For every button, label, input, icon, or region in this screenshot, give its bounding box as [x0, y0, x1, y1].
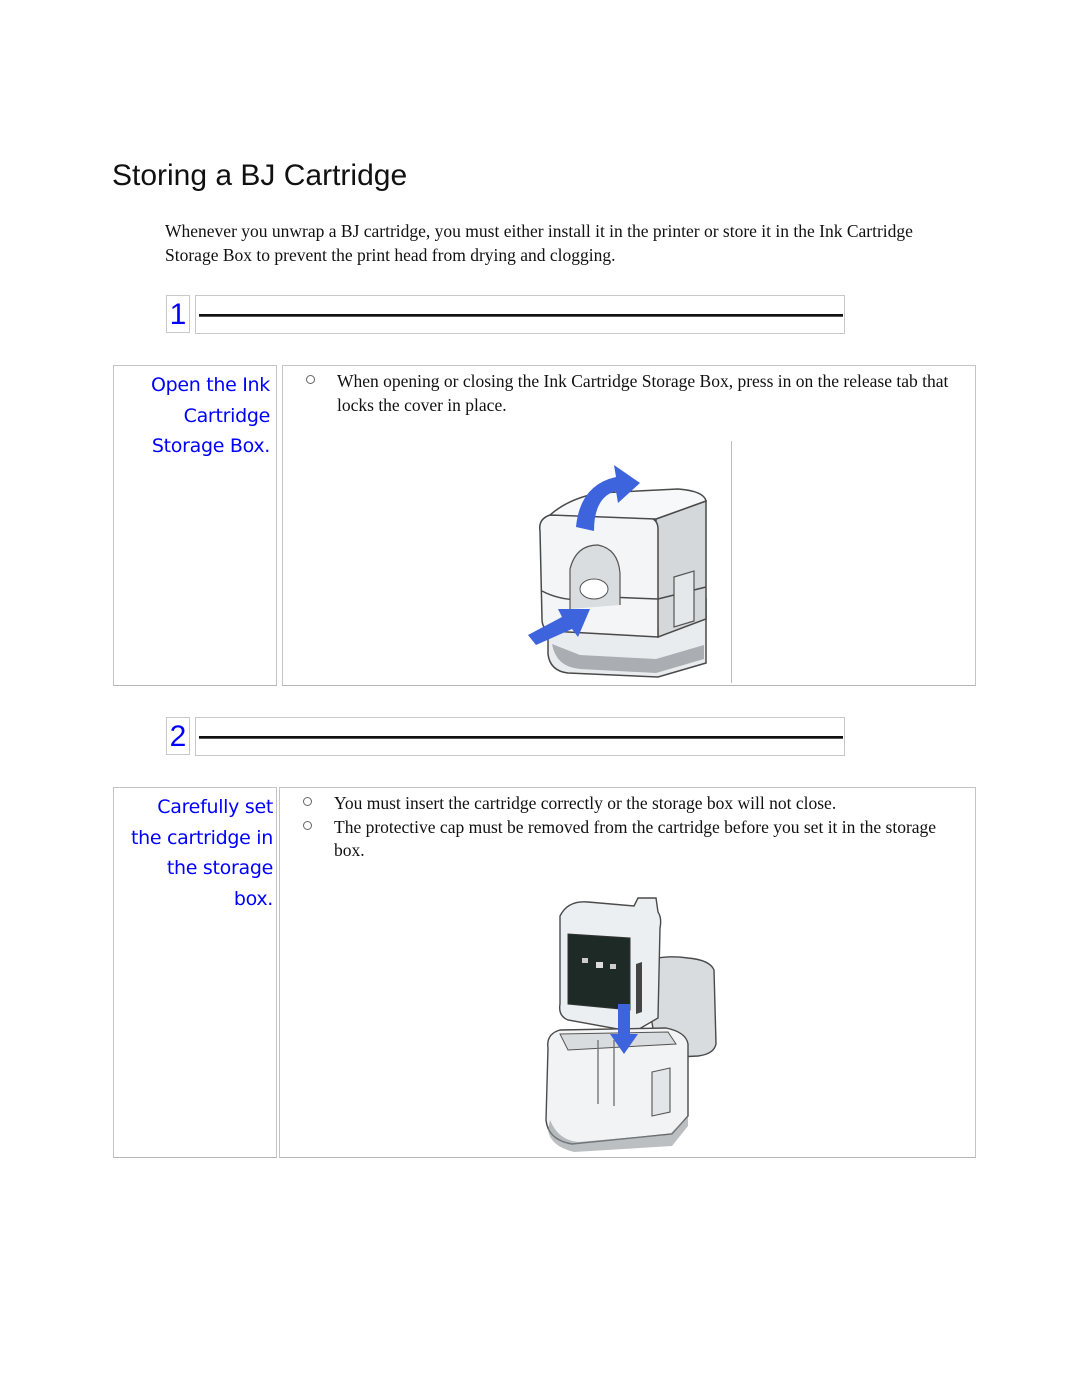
circle-bullet-icon — [303, 797, 312, 806]
step-2-table: Carefully set the cartridge in the stora… — [113, 787, 976, 1158]
storage-box-open-illustration — [528, 465, 707, 678]
step-rule-box — [195, 295, 845, 334]
step-label-line: the storage — [166, 857, 273, 879]
step-label: Carefully set the cartridge in the stora… — [131, 792, 273, 914]
horizontal-rule — [199, 736, 843, 739]
step-label-line: box. — [233, 887, 273, 910]
step-number: 1 — [166, 295, 190, 333]
bullet-item: When opening or closing the Ink Cartridg… — [303, 370, 973, 417]
bullet-item: You must insert the cartridge correctly … — [300, 792, 970, 816]
step-label-line: Storage Box. — [151, 435, 270, 457]
step-content-cell: You must insert the cartridge correctly … — [279, 787, 976, 1158]
bullet-list: You must insert the cartridge correctly … — [300, 792, 970, 863]
bullet-text: You must insert the cartridge correctly … — [334, 793, 837, 813]
step-content-cell: When opening or closing the Ink Cartridg… — [282, 365, 976, 686]
step-rule-box — [195, 717, 845, 756]
bullet-list: When opening or closing the Ink Cartridg… — [303, 370, 973, 417]
step-label-line: Open the Ink — [150, 374, 270, 396]
step-2-header: 2 — [166, 717, 846, 757]
step-1-table: Open the Ink Cartridge Storage Box. When… — [113, 365, 976, 686]
step-label-line: Carefully set — [157, 796, 273, 818]
page-title: Storing a BJ Cartridge — [112, 159, 408, 192]
cartridge-insert-illustration — [545, 897, 717, 1152]
step-label: Open the Ink Cartridge Storage Box. — [151, 370, 270, 462]
divider-line — [731, 441, 732, 683]
intro-paragraph: Whenever you unwrap a BJ cartridge, you … — [165, 221, 913, 265]
step-label-line: Cartridge — [183, 404, 271, 427]
bullet-item: The protective cap must be removed from … — [300, 816, 970, 863]
horizontal-rule — [199, 314, 843, 317]
step-label-cell: Open the Ink Cartridge Storage Box. — [113, 365, 277, 686]
circle-bullet-icon — [303, 820, 312, 830]
circle-bullet-icon — [306, 375, 315, 384]
step-label-line: the cartridge in — [130, 826, 273, 849]
step-label-cell: Carefully set the cartridge in the stora… — [113, 787, 277, 1158]
bullet-text: When opening or closing the Ink Cartridg… — [337, 371, 949, 415]
bullet-text: The protective cap must be removed from … — [334, 816, 937, 861]
step-1-header: 1 — [166, 295, 846, 335]
step-number: 2 — [166, 717, 190, 755]
